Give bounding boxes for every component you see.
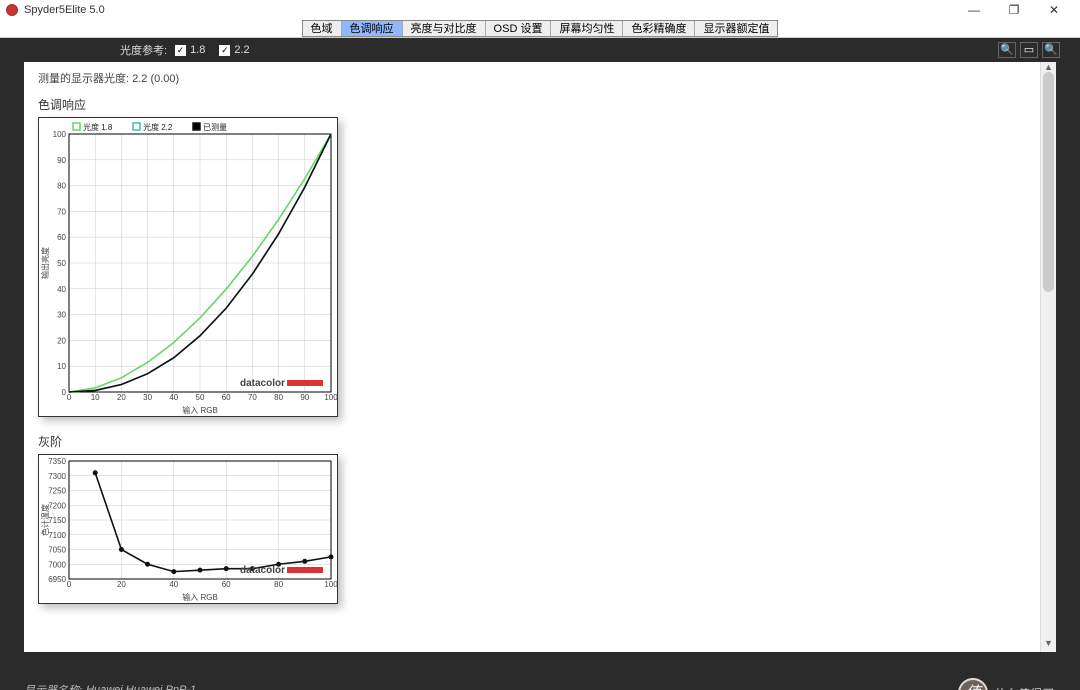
site-watermark: 值 什么值得买: [958, 678, 1052, 690]
display-name-label: 显示器名称:: [24, 682, 82, 690]
scroll-viewport: 测量的显示器光度: 2.2 (0.00) 色调响应 0 10 20 30 40 50 60 7…: [24, 62, 1056, 652]
minimize-button[interactable]: —: [954, 3, 994, 17]
svg-text:datacolor: datacolor: [240, 565, 285, 576]
measured-gamma-line: 测量的显示器光度: 2.2 (0.00): [38, 70, 1024, 86]
svg-text:50: 50: [57, 259, 66, 268]
svg-text:90: 90: [57, 156, 66, 165]
scroll-down-icon[interactable]: ▼: [1041, 638, 1056, 652]
section-tone-response: 色调响应: [38, 96, 1024, 113]
section-grayscale: 灰阶: [38, 433, 1024, 450]
svg-text:90: 90: [300, 393, 309, 402]
zoom-fit-icon[interactable]: ▭: [1020, 42, 1038, 58]
svg-text:100: 100: [324, 393, 337, 402]
app-title: Spyder5Elite 5.0: [24, 4, 105, 16]
ref-label: 光度参考:: [120, 42, 167, 58]
gamma-1-8-checkbox[interactable]: ✓1.8: [175, 44, 205, 56]
vertical-scrollbar[interactable]: ▲ ▼: [1040, 62, 1056, 652]
tab-4[interactable]: 屏幕均匀性: [551, 21, 623, 36]
svg-text:0: 0: [62, 388, 67, 397]
svg-text:10: 10: [91, 393, 100, 402]
svg-text:50: 50: [196, 393, 205, 402]
close-button[interactable]: ✕: [1034, 3, 1074, 17]
scroll-thumb[interactable]: [1043, 72, 1054, 292]
gamma-2-2-checkbox[interactable]: ✓2.2: [219, 44, 249, 56]
svg-text:已测量: 已测量: [203, 123, 227, 132]
svg-text:0: 0: [67, 580, 72, 589]
svg-text:100: 100: [53, 130, 67, 139]
footer: 显示器名称: Huawei Huawei PnP-1 值 什么值得买: [0, 652, 1080, 690]
svg-text:输入 RGB: 输入 RGB: [182, 592, 218, 602]
zoom-out-icon[interactable]: 🔍: [1042, 42, 1060, 58]
svg-text:输出亮度: 输出亮度: [40, 247, 50, 279]
svg-text:光度 2.2: 光度 2.2: [143, 122, 173, 132]
tabbar: 色域色调响应亮度与对比度OSD 设置屏幕均匀性色彩精确度显示器额定值: [0, 20, 1080, 38]
svg-text:60: 60: [222, 393, 231, 402]
svg-text:7150: 7150: [48, 516, 66, 525]
toolbar: 光度参考: ✓1.8 ✓2.2 🔍 ▭ 🔍: [0, 38, 1080, 62]
svg-text:70: 70: [248, 393, 257, 402]
tab-2[interactable]: 亮度与对比度: [403, 21, 486, 36]
tab-3[interactable]: OSD 设置: [486, 21, 552, 36]
app-icon: [6, 4, 18, 16]
svg-text:70: 70: [57, 207, 66, 216]
svg-text:10: 10: [57, 362, 66, 371]
svg-text:20: 20: [57, 336, 66, 345]
tone-response-chart: 0 10 20 30 40 50 60 70 80 90 100 0 10 20 30 40 50 60 70 80 9…: [38, 117, 338, 417]
svg-text:色计温度: 色计温度: [40, 504, 50, 536]
tab-1[interactable]: 色调响应: [342, 21, 403, 36]
svg-text:7300: 7300: [48, 472, 66, 481]
grayscale-chart: 0 20 40 60 80 100 6950 7000 7050 7100 7150 7200 7250…: [38, 454, 338, 604]
svg-text:20: 20: [117, 580, 126, 589]
svg-text:80: 80: [274, 393, 283, 402]
svg-text:30: 30: [143, 393, 152, 402]
tab-6[interactable]: 显示器额定值: [695, 21, 777, 36]
svg-text:7000: 7000: [48, 560, 66, 569]
svg-text:7250: 7250: [48, 487, 66, 496]
svg-text:0: 0: [67, 393, 72, 402]
svg-text:7200: 7200: [48, 501, 66, 510]
maximize-button[interactable]: ❐: [994, 3, 1034, 17]
tab-0[interactable]: 色域: [303, 21, 342, 36]
tab-5[interactable]: 色彩精确度: [623, 21, 695, 36]
svg-text:6950: 6950: [48, 575, 66, 584]
svg-text:100: 100: [324, 580, 337, 589]
svg-text:60: 60: [57, 233, 66, 242]
svg-text:40: 40: [169, 580, 178, 589]
svg-text:7050: 7050: [48, 546, 66, 555]
display-name-value: Huawei Huawei PnP-1: [86, 684, 196, 690]
titlebar: Spyder5Elite 5.0 — ❐ ✕: [0, 0, 1080, 20]
svg-text:30: 30: [57, 311, 66, 320]
svg-text:7350: 7350: [48, 457, 66, 466]
content-frame: 测量的显示器光度: 2.2 (0.00) 色调响应 0 10 20 30 40 50 60 7…: [0, 62, 1080, 652]
svg-text:40: 40: [169, 393, 178, 402]
zoom-in-icon[interactable]: 🔍: [998, 42, 1016, 58]
svg-text:40: 40: [57, 285, 66, 294]
svg-text:80: 80: [57, 182, 66, 191]
svg-text:输入 RGB: 输入 RGB: [182, 405, 218, 415]
svg-text:80: 80: [274, 580, 283, 589]
svg-text:7100: 7100: [48, 531, 66, 540]
watermark-badge-icon: 值: [958, 678, 988, 690]
svg-text:datacolor: datacolor: [240, 378, 285, 389]
svg-text:20: 20: [117, 393, 126, 402]
svg-text:光度 1.8: 光度 1.8: [83, 122, 113, 132]
svg-text:60: 60: [222, 580, 231, 589]
